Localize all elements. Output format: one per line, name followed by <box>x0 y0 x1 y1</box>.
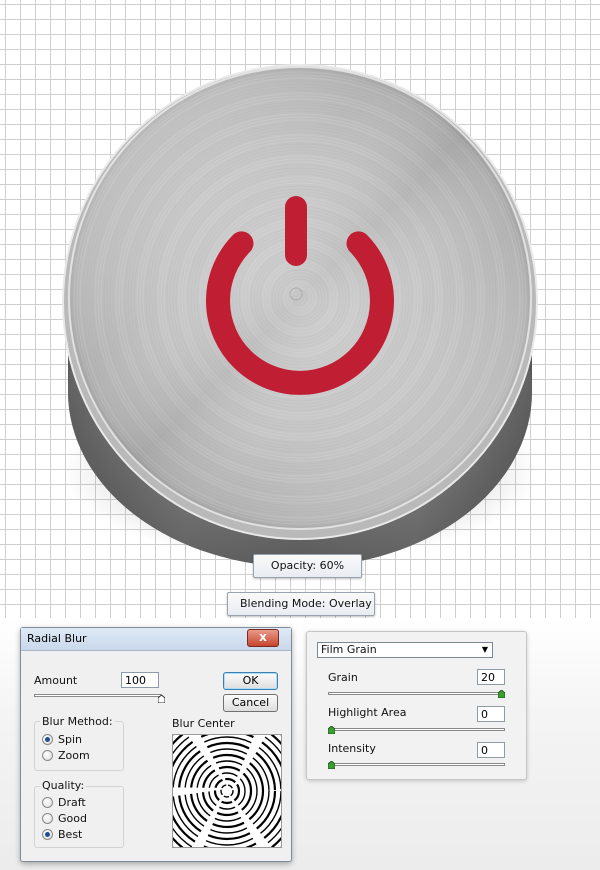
radio-label: Spin <box>58 733 82 746</box>
quality-label: Quality: <box>40 779 87 792</box>
opacity-label: Opacity: 60% <box>253 554 362 578</box>
blending-mode-label: Blending Mode: Overlay <box>227 592 375 616</box>
close-button[interactable]: x <box>247 629 279 647</box>
dialog-titlebar: Radial Blur x <box>21 628 291 651</box>
dialog-title: Radial Blur <box>27 632 87 645</box>
grain-slider-thumb[interactable] <box>498 690 505 698</box>
close-icon: x <box>259 630 267 644</box>
blur-method-label: Blur Method: <box>40 715 115 728</box>
radio-button[interactable] <box>42 797 53 808</box>
radio-button[interactable] <box>42 734 53 745</box>
radio-label: Best <box>58 828 83 841</box>
radio-good[interactable]: Good <box>42 812 112 826</box>
radio-label: Zoom <box>58 749 90 762</box>
filter-select-value: Film Grain <box>321 643 377 656</box>
chevron-down-icon: ▼ <box>481 645 489 654</box>
amount-slider-thumb[interactable] <box>158 695 165 703</box>
radio-best[interactable]: Best <box>42 828 112 842</box>
ok-button[interactable]: OK <box>223 672 278 690</box>
radio-zoom[interactable]: Zoom <box>42 749 112 763</box>
radio-button[interactable] <box>42 829 53 840</box>
amount-input[interactable]: 100 <box>121 672 159 688</box>
radio-button[interactable] <box>42 813 53 824</box>
radio-label: Draft <box>58 796 86 809</box>
intensity-input[interactable]: 0 <box>477 742 505 758</box>
grain-input[interactable]: 20 <box>477 669 505 685</box>
radio-button[interactable] <box>42 750 53 761</box>
grain-label: Grain <box>328 671 358 684</box>
intensity-slider-thumb[interactable] <box>328 761 335 769</box>
cancel-button[interactable]: Cancel <box>223 694 278 712</box>
highlight-area-slider-track[interactable] <box>328 728 505 731</box>
grain-slider-track[interactable] <box>328 692 505 695</box>
radio-draft[interactable]: Draft <box>42 796 112 810</box>
filter-select[interactable]: Film Grain ▼ <box>317 642 493 658</box>
radio-label: Good <box>58 812 87 825</box>
intensity-slider-track[interactable] <box>328 763 505 766</box>
artwork-canvas: Opacity: 60% Blending Mode: Overlay <box>0 0 600 618</box>
amount-slider-track[interactable] <box>34 694 162 697</box>
filter-panels: Radial Blur x Amount 100 OK Cancel Blur … <box>0 618 600 870</box>
radial-blur-dialog: Radial Blur x Amount 100 OK Cancel Blur … <box>20 627 306 870</box>
highlight-area-slider-thumb[interactable] <box>328 726 335 734</box>
film-grain-panel: Film Grain ▼ Grain 20 Highlight Area 0 I… <box>306 631 527 780</box>
metal-power-button <box>62 64 538 567</box>
spin-preview-icon <box>148 712 306 870</box>
radio-spin[interactable]: Spin <box>42 733 112 747</box>
blur-center-preview[interactable] <box>148 712 306 870</box>
intensity-label: Intensity <box>328 742 376 755</box>
highlight-area-input[interactable]: 0 <box>477 706 505 722</box>
amount-label: Amount <box>34 674 78 687</box>
highlight-area-label: Highlight Area <box>328 706 407 719</box>
blur-center-label: Blur Center <box>172 717 235 730</box>
